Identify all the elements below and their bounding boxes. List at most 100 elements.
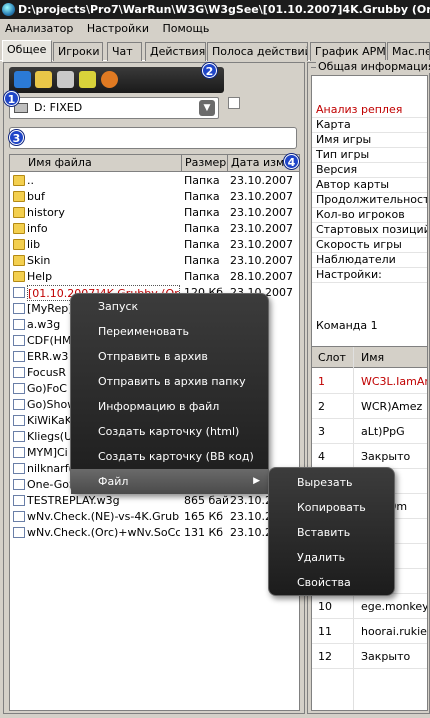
context-menu: Запуск Переименовать Отправить в архив Отпр… — [70, 293, 269, 494]
filter-checkbox[interactable] — [228, 97, 240, 109]
file-icon — [13, 319, 25, 330]
info-row: Автор карты — [312, 177, 427, 193]
file-icon — [13, 303, 25, 314]
col-slot[interactable]: Слот — [318, 347, 346, 368]
info-row: Тип игры — [312, 147, 427, 163]
file-row[interactable]: wNv.Check.(Orc)+wNv.SoCcEr(131 Кб23.10.2… — [10, 525, 299, 541]
context-menu-item[interactable]: Запуск — [71, 294, 268, 319]
file-row[interactable]: wNv.Check.(NE)-vs-4K.Grubby(O165 Кб23.10… — [10, 509, 299, 525]
folder-row[interactable]: .. Папка 23.10.2007 — [10, 173, 299, 189]
folder-row[interactable]: Skin Папка 23.10.2007 — [10, 253, 299, 269]
submenu-item[interactable]: Свойства — [269, 570, 394, 595]
folder-icon[interactable] — [35, 71, 52, 88]
context-menu-item[interactable]: Отправить в архив папку — [71, 369, 268, 394]
slot-row[interactable]: 10 ege.monkey — [312, 594, 427, 619]
folder-row[interactable]: info Папка 23.10.2007 — [10, 221, 299, 237]
context-menu-item[interactable]: Переименовать — [71, 319, 268, 344]
context-menu-item[interactable]: Отправить в архив — [71, 344, 268, 369]
folder-row[interactable]: buf Папка 23.10.2007 — [10, 189, 299, 205]
slot-row[interactable]: 11 hoorai.rukie — [312, 619, 427, 644]
tab-more[interactable]: Мас.пер — [387, 42, 430, 61]
file-date: 23.10.2007 — [230, 206, 293, 219]
slot-row[interactable]: 12 Закрыто — [312, 644, 427, 669]
menu-analyzer[interactable]: Анализатор — [0, 19, 78, 38]
submenu-item[interactable]: Вставить — [269, 520, 394, 545]
col-file-name[interactable]: Имя файла — [10, 155, 182, 172]
folder-icon — [13, 239, 25, 250]
folder-row[interactable]: lib Папка 23.10.2007 — [10, 237, 299, 253]
search-icon[interactable] — [57, 71, 74, 88]
window-title: D:\projects\Pro7\WarRun\W3G\W3gSee\[01.1… — [18, 3, 430, 16]
folder-icon — [13, 175, 25, 186]
tab-apm-graph[interactable]: График APM — [310, 42, 386, 61]
folder-icon — [13, 255, 25, 266]
file-size: 865 байт — [184, 494, 228, 507]
file-list-header: Имя файла Размер Дата изме — [10, 155, 299, 172]
slot-number: 3 — [318, 425, 325, 438]
context-menu-item[interactable]: Создать карточку (BB код) — [71, 444, 268, 469]
folder-row[interactable]: history Папка 23.10.2007 — [10, 205, 299, 221]
file-name: lib — [27, 238, 41, 251]
tab-actions[interactable]: Действия — [145, 42, 206, 61]
file-row[interactable]: TESTREPLAY.w3g865 байт23.10.2007 — [10, 493, 299, 509]
col-size[interactable]: Размер — [182, 155, 228, 172]
slot-number: 1 — [318, 375, 325, 388]
info-row: Имя игры — [312, 132, 427, 148]
context-menu-item[interactable]: Информацию в файл — [71, 394, 268, 419]
slot-number: 4 — [318, 450, 325, 463]
tab-strip: Общее Игроки Чат Действия Полоса действи… — [0, 40, 430, 62]
folder-icon — [13, 271, 25, 282]
file-name: Skin — [27, 254, 51, 267]
file-date: 28.10.2007 — [230, 270, 293, 283]
submenu-item[interactable]: Удалить — [269, 545, 394, 570]
file-name: wNv.Check.(Orc)+wNv.SoCcEr( — [27, 526, 180, 539]
file-icon — [13, 399, 25, 410]
tab-general[interactable]: Общее — [2, 40, 52, 62]
col-player-name[interactable]: Имя — [361, 347, 384, 368]
menu-settings[interactable]: Настройки — [82, 19, 154, 38]
tab-action-bar[interactable]: Полоса действий — [207, 42, 308, 61]
menu-help[interactable]: Помощь — [157, 19, 214, 38]
path-input[interactable] — [9, 127, 297, 149]
file-date: 23.10.2007 — [230, 174, 293, 187]
player-name: WCR)Amez — [361, 400, 423, 413]
context-menu-item[interactable]: Создать карточку (html) — [71, 419, 268, 444]
slot-number: 11 — [318, 625, 332, 638]
slot-row[interactable]: 3 aLt)PpG — [312, 419, 427, 444]
context-menu-label: Запуск — [98, 300, 139, 313]
tab-chat[interactable]: Чат — [107, 42, 142, 61]
star-icon[interactable] — [79, 71, 96, 88]
drive-select[interactable]: D: FIXED ▼ — [9, 97, 219, 119]
slot-row[interactable]: 1 WC3L.IamAnto — [312, 369, 427, 394]
tab-players[interactable]: Игроки — [53, 42, 103, 61]
file-name: info — [27, 222, 48, 235]
file-size: Папка — [184, 190, 220, 203]
file-size: Папка — [184, 206, 220, 219]
info-title: Общая информация — [316, 60, 430, 73]
slot-number: 2 — [318, 400, 325, 413]
context-menu-item-file[interactable]: Файл ▶ — [71, 469, 268, 494]
slot-row[interactable]: 2 WCR)Amez — [312, 394, 427, 419]
slot-row[interactable]: 4 Закрыто — [312, 444, 427, 469]
file-name: TESTREPLAY.w3g — [27, 494, 120, 507]
file-size: 165 Кб — [184, 510, 224, 523]
team-label: Команда 1 — [316, 319, 378, 332]
refresh-icon[interactable] — [14, 71, 31, 88]
chevron-down-icon[interactable]: ▼ — [199, 100, 215, 116]
submenu-item[interactable]: Вырезать — [269, 470, 394, 495]
info-row: Версия — [312, 162, 427, 178]
context-menu-label: Информацию в файл — [98, 400, 220, 413]
add-icon[interactable] — [101, 71, 118, 88]
window-title-bar: D:\projects\Pro7\WarRun\W3G\W3gSee\[01.1… — [0, 0, 430, 19]
file-icon — [13, 511, 25, 522]
slot-number: 12 — [318, 650, 332, 663]
context-menu-label: Файл — [98, 475, 129, 488]
annotation-badge-2: 2 — [202, 63, 217, 78]
info-row: Анализ реплея — [312, 102, 427, 118]
folder-row[interactable]: Help Папка 28.10.2007 — [10, 269, 299, 285]
submenu-item[interactable]: Копировать — [269, 495, 394, 520]
annotation-badge-3: 3 — [9, 130, 24, 145]
menu-bar: Анализатор Настройки Помощь — [0, 19, 430, 38]
context-menu-label: Создать карточку (BB код) — [98, 450, 254, 463]
file-date: 23.10.2007 — [230, 222, 293, 235]
